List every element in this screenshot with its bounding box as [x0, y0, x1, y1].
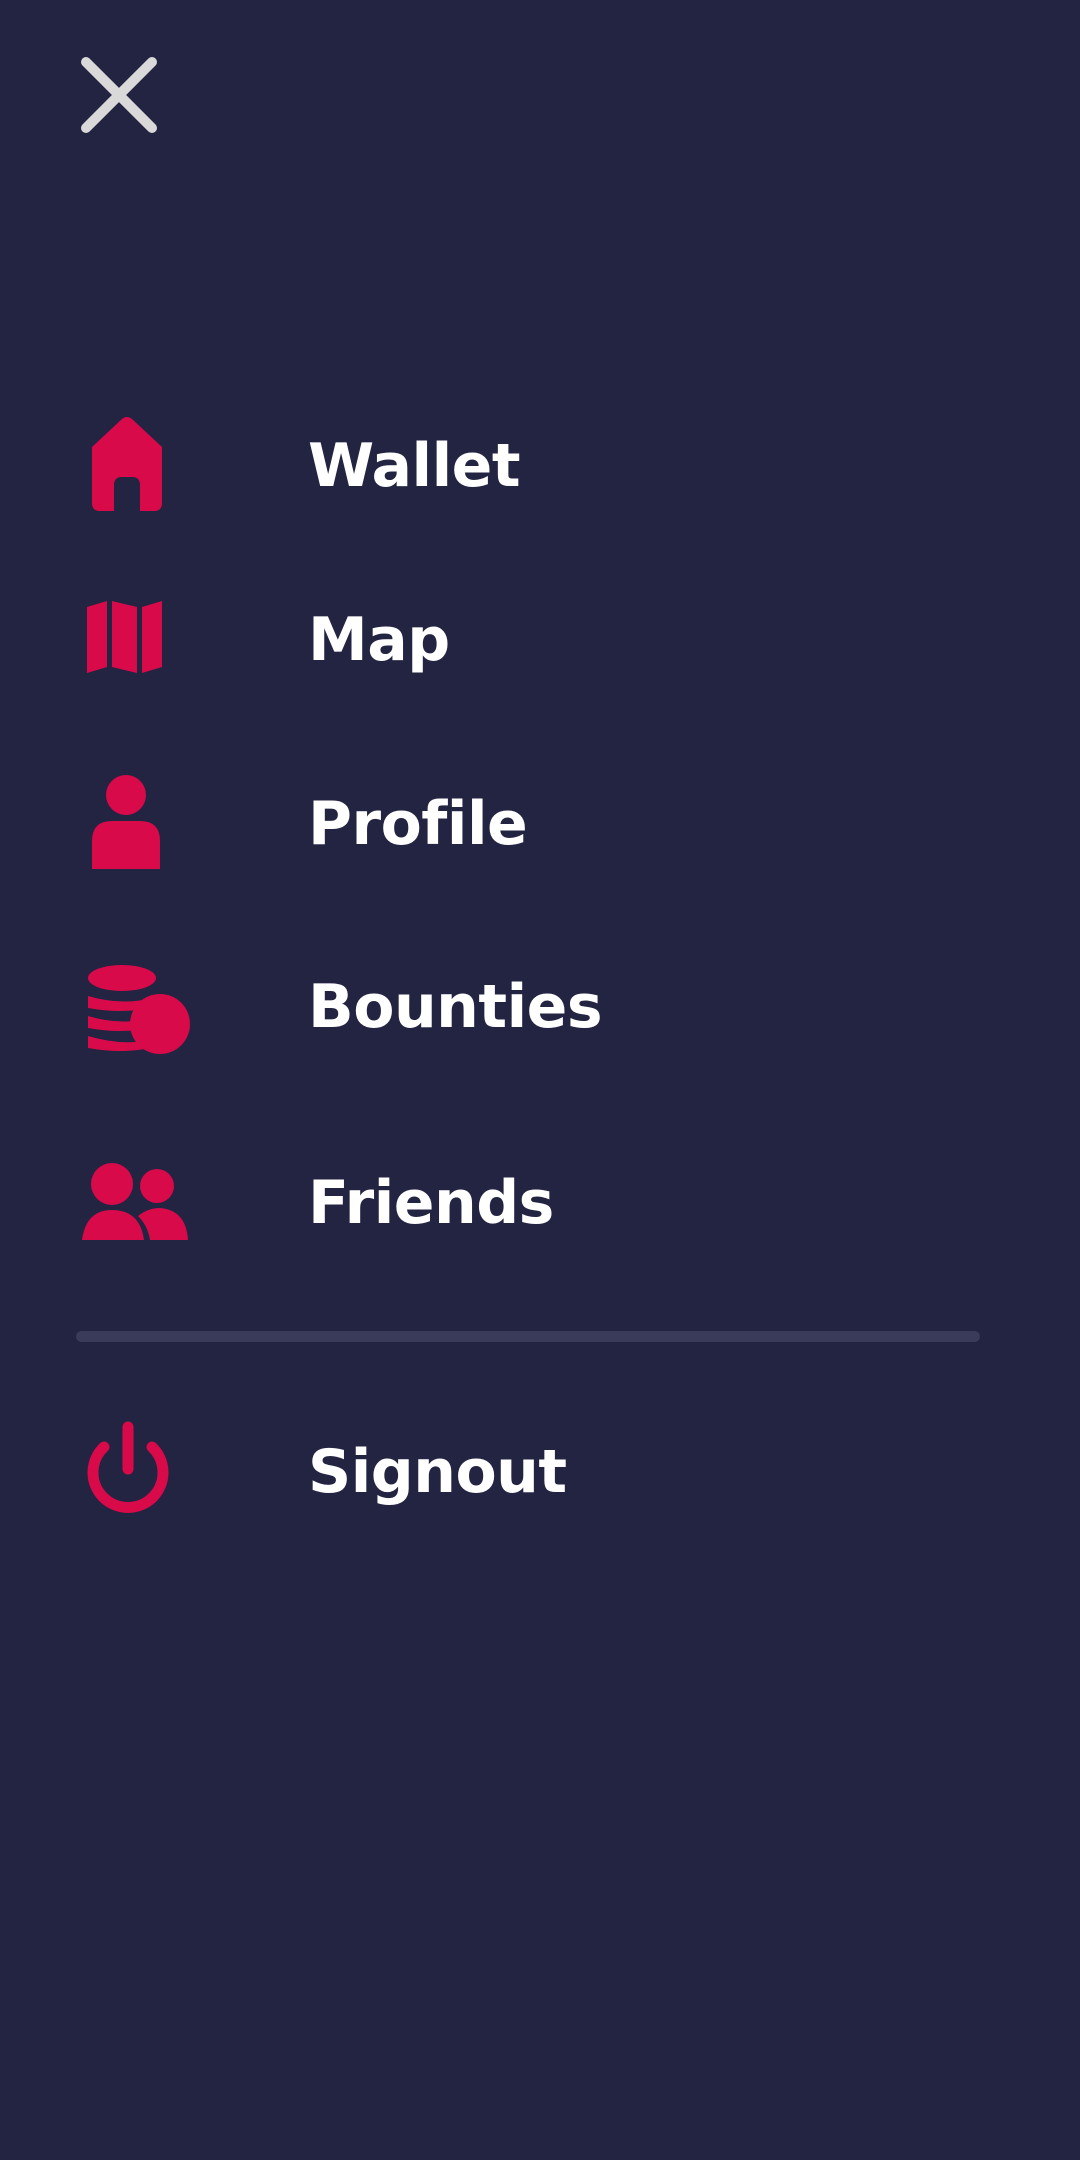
power-icon: [82, 1417, 192, 1527]
menu-item-friends[interactable]: Friends: [70, 1143, 1010, 1263]
people-icon: [82, 1148, 192, 1258]
menu-item-profile[interactable]: Profile: [70, 764, 1010, 884]
menu-item-signout[interactable]: Signout: [70, 1412, 1010, 1532]
coins-icon: [82, 952, 192, 1062]
map-icon: [82, 585, 192, 695]
menu-item-label: Signout: [308, 1437, 567, 1507]
close-icon: [81, 57, 157, 133]
menu-item-label: Friends: [308, 1168, 554, 1238]
menu-item-label: Profile: [308, 789, 528, 859]
menu-divider: [76, 1331, 980, 1342]
menu-item-bounties[interactable]: Bounties: [70, 947, 1010, 1067]
menu-item-map[interactable]: Map: [70, 580, 1010, 700]
close-button[interactable]: [78, 54, 160, 136]
menu-item-label: Bounties: [308, 972, 603, 1042]
menu-item-label: Wallet: [308, 431, 521, 501]
menu-item-wallet[interactable]: Wallet: [70, 406, 1010, 526]
person-icon: [82, 769, 192, 879]
home-icon: [82, 411, 192, 521]
menu-item-label: Map: [308, 605, 450, 675]
